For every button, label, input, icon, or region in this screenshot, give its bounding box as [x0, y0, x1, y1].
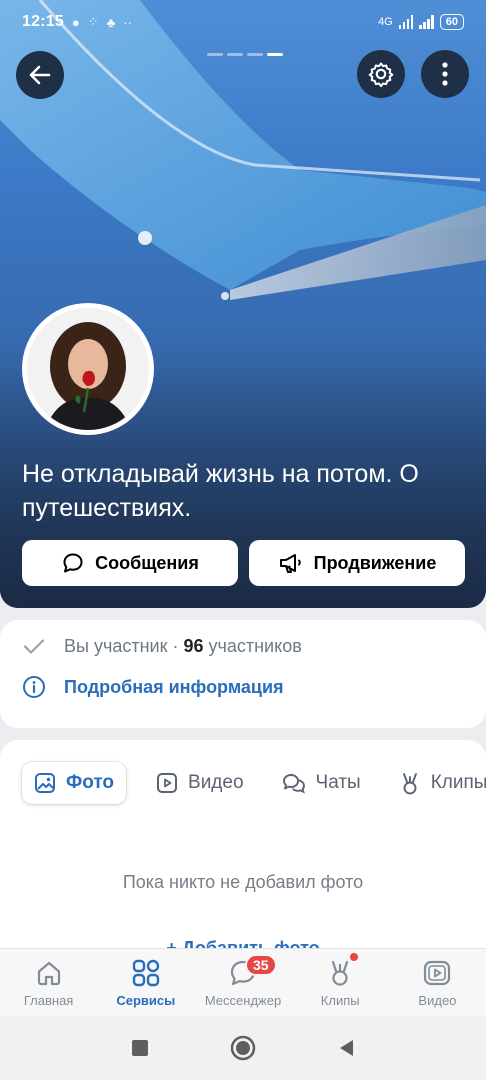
settings-button[interactable]	[357, 50, 405, 98]
promotion-button[interactable]: Продвижение	[249, 540, 465, 586]
tab-photos-label: Фото	[66, 772, 115, 793]
cover-pager	[207, 53, 283, 56]
nav-clips-label: Клипы	[320, 993, 360, 1008]
community-info-card: Вы участник · 96 участников Подробная ин…	[0, 620, 486, 728]
back-button[interactable]	[16, 51, 64, 99]
recents-square-icon[interactable]	[131, 1039, 149, 1057]
details-link-label: Подробная информация	[64, 676, 284, 697]
services-grid-icon	[132, 959, 159, 987]
clips-icon	[402, 773, 417, 795]
empty-state-text: Пока никто не добавил фото	[122, 872, 364, 892]
messages-button-label: Сообщения	[95, 552, 199, 573]
membership-text: Вы участник · 96 участников	[64, 635, 302, 656]
info-circle-icon	[23, 676, 45, 698]
avatar-photo	[27, 308, 149, 430]
pager-dot-active	[267, 53, 283, 56]
network-type: 4G	[378, 16, 393, 28]
community-avatar[interactable]	[22, 303, 154, 435]
nav-home-label: Главная	[23, 993, 74, 1008]
bottom-navigation: Главная Сервисы 35 Мессенджер Клипы Виде…	[0, 948, 486, 1016]
media-tabs: Фото Видео Чаты Клипы	[22, 762, 486, 804]
home-circle-icon[interactable]	[230, 1035, 256, 1061]
nav-services-label: Сервисы	[116, 993, 176, 1008]
home-icon	[37, 961, 60, 986]
tab-clips-label: Клипы	[430, 772, 486, 793]
signal-icon	[398, 15, 414, 29]
app-notification-icon: ⁘	[87, 14, 99, 29]
back-triangle-icon[interactable]	[337, 1038, 355, 1058]
system-navigation-bar	[0, 1016, 486, 1080]
tab-chats[interactable]: Чаты	[274, 762, 369, 804]
video-icon	[157, 773, 178, 793]
more-button[interactable]	[421, 50, 469, 98]
tab-clips[interactable]: Клипы	[391, 762, 486, 804]
pager-dot	[247, 53, 263, 56]
details-link[interactable]: Подробная информация	[22, 675, 284, 699]
video-nav-icon	[424, 960, 451, 986]
promotion-button-label: Продвижение	[313, 552, 437, 573]
tab-video[interactable]: Видео	[148, 762, 252, 804]
nav-services[interactable]: Сервисы	[97, 949, 194, 1016]
tab-photos[interactable]: Фото	[22, 762, 127, 804]
status-bar: 12:15 ● ⁘ ♣ ·· 4G 60	[0, 0, 486, 44]
signal-icon-2	[419, 15, 434, 29]
nav-video-label: Видео	[418, 993, 457, 1008]
nav-video[interactable]: Видео	[389, 949, 486, 1016]
checkmark-icon	[23, 639, 45, 654]
gear-icon	[368, 62, 394, 88]
chats-icon	[282, 774, 305, 794]
membership-row: Вы участник · 96 участников	[22, 634, 302, 658]
more-notifications-icon: ··	[123, 14, 132, 30]
battery-icon: 60	[439, 14, 464, 30]
tab-video-label: Видео	[188, 772, 244, 793]
clover-icon: ♣	[106, 14, 116, 30]
community-title: Не откладывай жизнь на потом. О путешест…	[22, 460, 419, 522]
clips-nav-icon	[332, 960, 349, 986]
chat-bubble-icon	[63, 553, 83, 573]
megaphone-icon	[279, 554, 301, 573]
community-cover: 12:15 ● ⁘ ♣ ·· 4G 60 Не откладывай жизнь…	[0, 0, 486, 608]
vertical-dots-icon	[442, 62, 448, 86]
pager-dot	[207, 53, 223, 56]
messenger-unread-badge: 35	[244, 954, 277, 976]
notification-icon: ●	[71, 14, 80, 30]
clips-new-dot	[349, 953, 358, 961]
nav-messenger[interactable]: 35 Мессенджер	[194, 949, 291, 1016]
tab-chats-label: Чаты	[315, 772, 361, 793]
photo-icon	[35, 773, 55, 793]
pager-dot	[227, 53, 243, 56]
member-count: 96	[183, 635, 204, 656]
nav-messenger-label: Мессенджер	[204, 993, 282, 1008]
nav-home[interactable]: Главная	[0, 949, 97, 1016]
media-section: Фото Видео Чаты Клипы Пока никто не доба…	[0, 740, 486, 980]
messages-button[interactable]: Сообщения	[22, 540, 238, 586]
status-time: 12:15	[22, 13, 64, 30]
nav-clips[interactable]: Клипы	[292, 949, 389, 1016]
back-arrow-icon	[29, 65, 51, 85]
